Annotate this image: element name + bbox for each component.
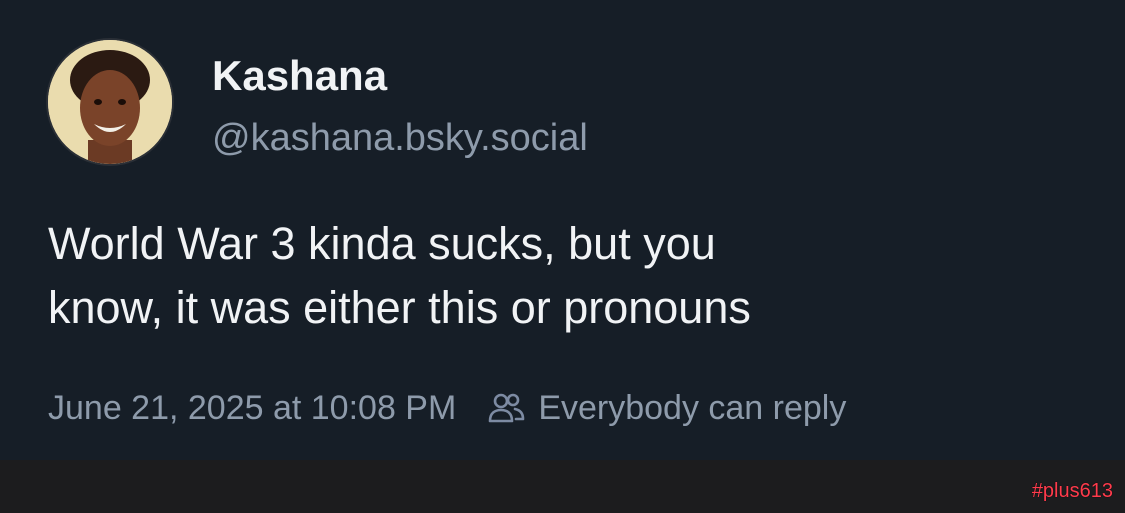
post-text-line: World War 3 kinda sucks, but you <box>48 218 716 269</box>
watermark: #plus613 <box>1031 480 1113 502</box>
author-handle[interactable]: @kashana.bsky.social <box>212 114 588 162</box>
post-text-line: know, it was either this or pronouns <box>48 282 751 333</box>
people-icon <box>486 388 526 428</box>
post-timestamp[interactable]: June 21, 2025 at 10:08 PM <box>48 389 456 428</box>
reply-setting-label: Everybody can reply <box>538 388 847 427</box>
avatar-photo <box>48 40 172 164</box>
post-card: Kashana @kashana.bsky.social World War 3… <box>0 0 1125 460</box>
avatar[interactable] <box>48 40 172 164</box>
footer-strip <box>0 460 1125 513</box>
reply-setting: Everybody can reply <box>486 388 846 428</box>
author-display-name[interactable]: Kashana <box>212 50 387 102</box>
post-text: World War 3 kinda sucks, but you know, i… <box>48 212 1068 340</box>
post-meta: June 21, 2025 at 10:08 PM Everybody can … <box>48 384 846 432</box>
